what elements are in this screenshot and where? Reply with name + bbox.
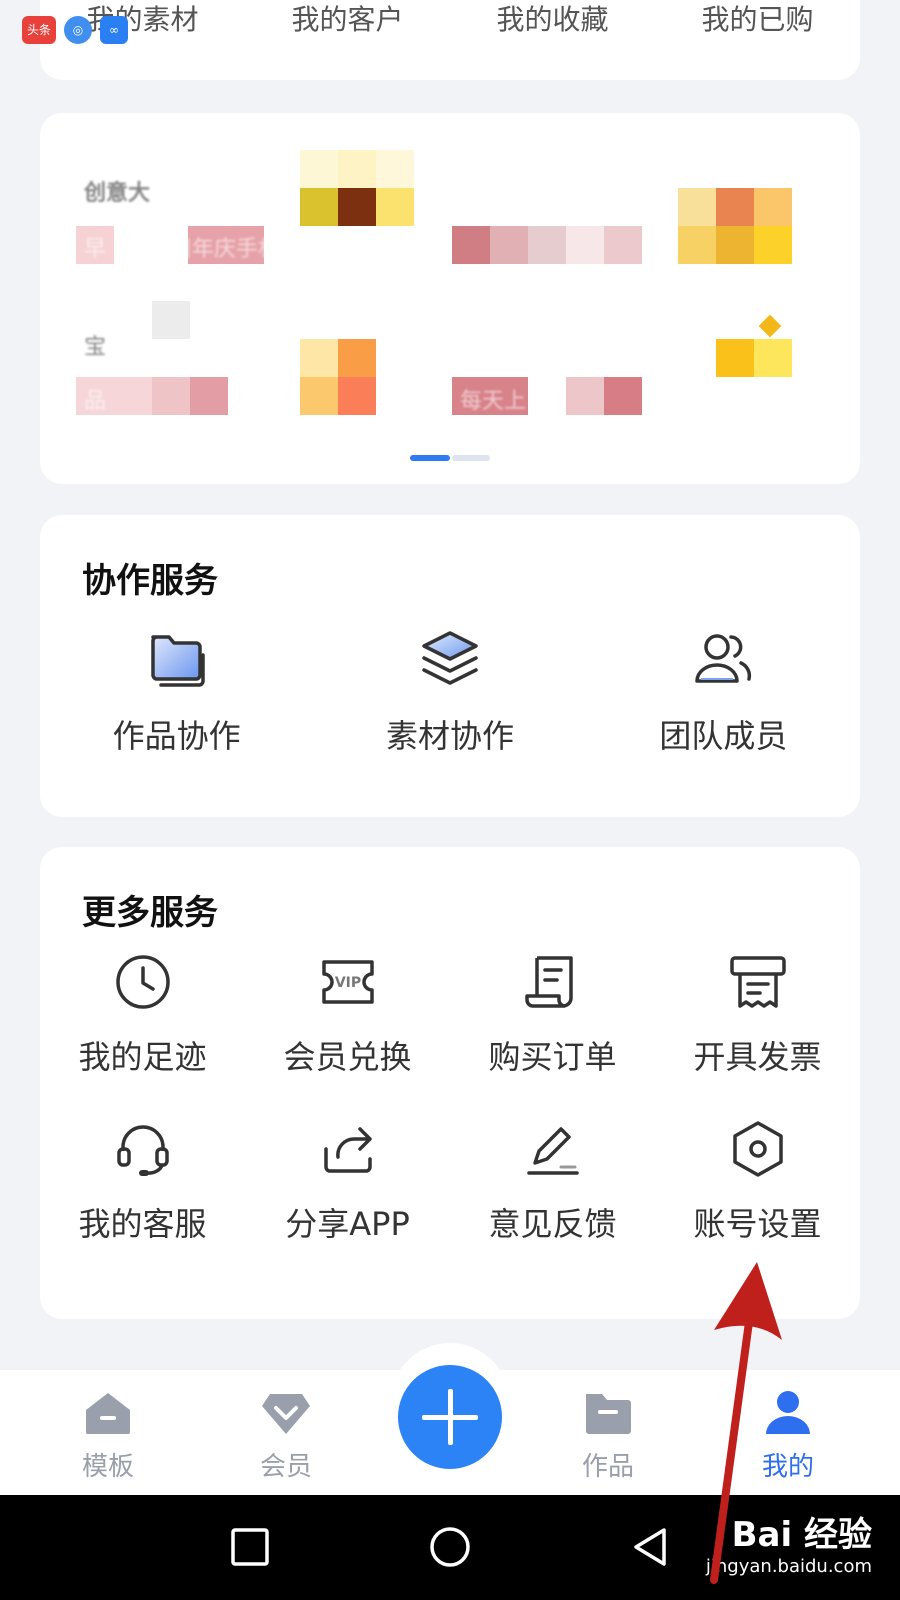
layers-icon	[422, 631, 478, 685]
toutiao-icon: 头条	[22, 16, 56, 44]
status-bar-icons: 头条 ◎ ∞	[22, 16, 128, 44]
baidu-jingyan-watermark: Bai 经验 jingyan.baidu.com	[706, 1507, 872, 1577]
collab-services-card: 协作服务 作品协作 素材协作 团队成员	[40, 515, 860, 817]
banner-text: 早	[84, 237, 107, 262]
service-label: 我的足迹	[78, 1038, 207, 1076]
tab-label: 我的	[761, 1452, 814, 1482]
service-label: 账号设置	[693, 1205, 822, 1243]
invoice-icon	[729, 956, 786, 1008]
vip-ticket-icon: VIP	[321, 960, 374, 1004]
service-label: 分享APP	[285, 1205, 410, 1243]
tab-label: 模板	[81, 1452, 134, 1482]
collab-item-label: 作品协作	[112, 717, 241, 755]
service-invoice[interactable]: 开具发票	[655, 952, 860, 1102]
my-customers-link[interactable]: 我的客户	[245, 0, 450, 38]
service-customer-support[interactable]: 我的客服	[40, 1119, 245, 1269]
service-label: 开具发票	[693, 1038, 822, 1076]
headset-icon	[116, 1125, 169, 1176]
clock-icon	[115, 955, 170, 1009]
browser-icon: ◎	[64, 16, 92, 44]
folder-icon	[150, 635, 205, 687]
my-favorites-link[interactable]: 我的收藏	[450, 0, 655, 38]
banner-text: 宝	[84, 335, 107, 360]
team-icon	[695, 634, 752, 683]
banner-text: 创意大	[84, 181, 151, 206]
folder-icon	[586, 1394, 631, 1434]
banner-text: 品	[84, 389, 107, 414]
tab-membership[interactable]: 会员	[226, 1390, 346, 1483]
share-icon	[323, 1127, 372, 1173]
more-services-card: 更多服务 我的足迹 VIP 会员兑换 购买订单 开具发票 我的客服 分享APP …	[40, 847, 860, 1319]
banner-text: 每天上	[460, 389, 527, 414]
collab-item-label: 素材协作	[385, 717, 514, 755]
settings-hex-icon	[732, 1121, 783, 1177]
watermark-sub: jingyan.baidu.com	[705, 1556, 872, 1577]
collab-item-team[interactable]: 团队成员	[587, 627, 860, 777]
service-footprint[interactable]: 我的足迹	[40, 952, 245, 1102]
tab-works[interactable]: 作品	[548, 1390, 668, 1483]
service-account-settings[interactable]: 账号设置	[655, 1119, 860, 1269]
more-section-title: 更多服务	[82, 893, 218, 933]
watermark-main: Bai 经验	[731, 1515, 872, 1555]
my-links-card: 我的素材 我的客户 我的收藏 我的已购	[40, 0, 860, 80]
service-label: 意见反馈	[488, 1205, 617, 1243]
receipt-icon	[524, 956, 573, 1008]
home-icon	[86, 1393, 130, 1434]
carousel-dot-active	[410, 455, 450, 461]
svg-text:VIP: VIP	[334, 975, 360, 991]
system-nav-bar: Bai 经验 jingyan.baidu.com	[0, 1495, 900, 1600]
tab-templates[interactable]: 模板	[48, 1390, 168, 1483]
tab-label: 作品	[581, 1452, 634, 1482]
carousel-dot	[452, 455, 490, 461]
pen-icon	[526, 1127, 579, 1175]
recent-apps-icon[interactable]	[228, 1525, 272, 1569]
service-share-app[interactable]: 分享APP	[245, 1119, 450, 1269]
collab-item-works[interactable]: 作品协作	[40, 627, 313, 777]
tab-mine[interactable]: 我的	[728, 1390, 848, 1483]
service-label: 购买订单	[488, 1038, 617, 1076]
my-purchased-link[interactable]: 我的已购	[655, 0, 860, 38]
diamond-icon	[262, 1394, 310, 1434]
service-label: 我的客服	[78, 1205, 207, 1243]
person-icon	[766, 1391, 810, 1434]
collab-item-label: 团队成员	[659, 717, 788, 755]
banner-text: 周年庆手机	[170, 237, 281, 262]
service-vip-redeem[interactable]: VIP 会员兑换	[245, 952, 450, 1102]
service-orders[interactable]: 购买订单	[450, 952, 655, 1102]
collab-section-title: 协作服务	[82, 561, 218, 601]
service-feedback[interactable]: 意见反馈	[450, 1119, 655, 1269]
home-circle-icon[interactable]	[428, 1525, 472, 1569]
carousel-indicator	[410, 455, 490, 461]
app-icon: ∞	[100, 16, 128, 44]
service-label: 会员兑换	[283, 1038, 412, 1076]
create-button[interactable]	[398, 1365, 502, 1469]
back-triangle-icon[interactable]	[628, 1525, 672, 1569]
banner-carousel[interactable]: 创意大 早 周年庆手机 宝 品 每天上	[40, 113, 860, 484]
tab-label: 会员	[259, 1452, 312, 1482]
collab-item-materials[interactable]: 素材协作	[313, 627, 586, 777]
